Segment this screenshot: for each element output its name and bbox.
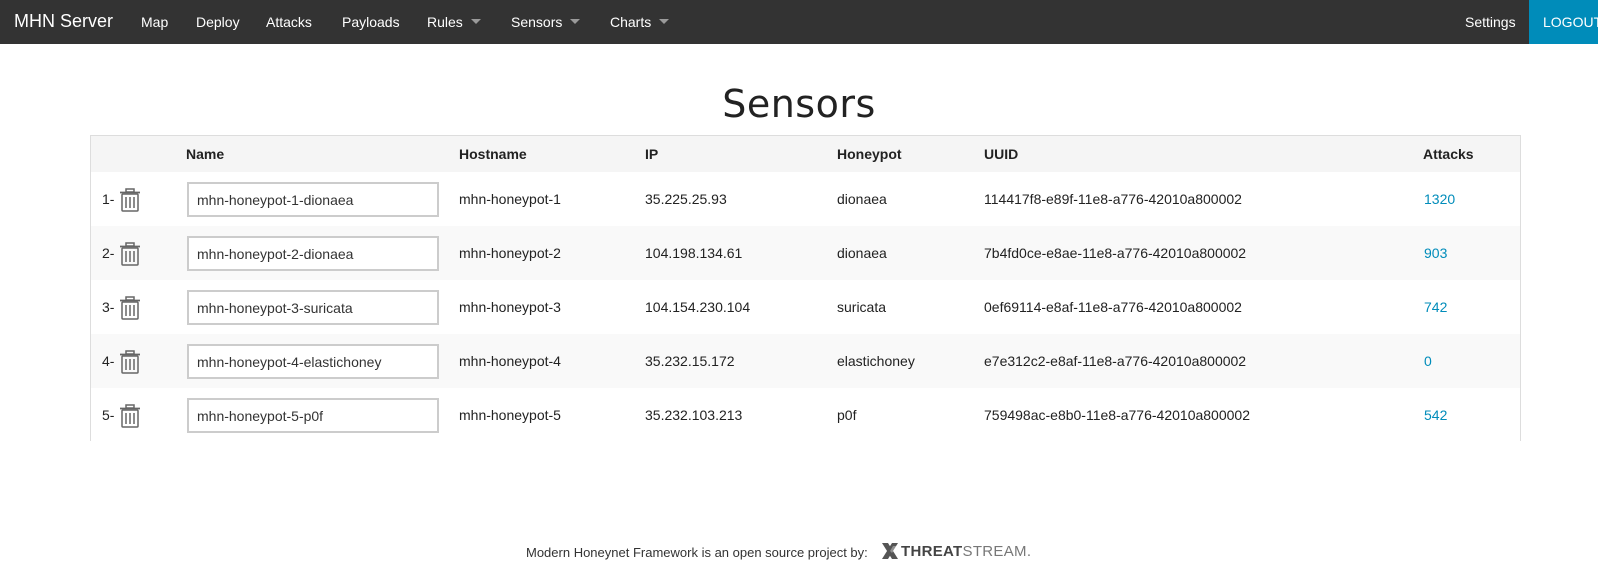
honeypot-cell: dionaea [837,191,887,207]
nav-item-label: Charts [610,14,652,30]
trash-icon[interactable] [119,296,141,320]
caret-down-icon [470,19,481,24]
hostname-cell: mhn-honeypot-1 [459,191,561,207]
uuid-cell: 759498ac-e8b0-11e8-a776-42010a800002 [984,407,1250,423]
trash-icon[interactable] [119,188,141,212]
row-index: 3- [102,299,115,315]
column-header-attacks: Attacks [1423,146,1474,162]
sensor-name-input[interactable] [187,290,439,325]
logo-light-text: STREAM. [962,543,1032,560]
table-header: Name Hostname IP Honeypot UUID Attacks [91,136,1520,172]
brand-link[interactable]: MHN Server [14,11,113,32]
attacks-count-link[interactable]: 1320 [1424,191,1455,207]
nav-item-label: Deploy [196,14,240,30]
uuid-cell: 7b4fd0ce-e8ae-11e8-a776-42010a800002 [984,245,1247,261]
table-row: 1- mhn-honeypot-1 35.225.25.93 dionaea 1… [91,172,1520,226]
nav-item-label: Rules [427,14,463,30]
uuid-cell: e7e312c2-e8af-11e8-a776-42010a800002 [984,353,1247,369]
trash-icon[interactable] [119,404,141,428]
logout-button[interactable]: LOGOUT [1529,0,1598,44]
threatstream-wordmark: THREATSTREAM. [901,543,1031,560]
nav-item-payloads[interactable]: Payloads [342,14,400,30]
uuid-cell: 114417f8-e89f-11e8-a776-42010a800002 [984,191,1242,207]
column-header-ip: IP [645,146,659,162]
caret-down-icon [659,19,670,24]
table-row: 4- mhn-honeypot-4 35.232.15.172 elastich… [91,334,1520,388]
sensor-name-input[interactable] [187,236,439,271]
nav-item-label: Attacks [266,14,312,30]
threatstream-x-icon [882,543,898,559]
ip-cell: 104.154.230.104 [645,299,751,315]
sensor-name-input[interactable] [187,344,439,379]
column-header-uuid: UUID [984,146,1019,162]
row-index: 2- [102,245,115,261]
row-index: 1- [102,191,115,207]
nav-item-settings[interactable]: Settings [1465,14,1516,30]
ip-cell: 35.232.15.172 [645,353,735,369]
column-header-hostname: Hostname [459,146,527,162]
nav-item-label: Sensors [511,14,563,30]
attacks-count-link[interactable]: 742 [1424,299,1447,315]
honeypot-cell: elastichoney [837,353,915,369]
nav-item-map[interactable]: Map [141,14,168,30]
row-index: 4- [102,353,115,369]
table-row: 2- mhn-honeypot-2 104.198.134.61 dionaea… [91,226,1520,280]
table-row: 5- mhn-honeypot-5 35.232.103.213 p0f 759… [91,388,1520,442]
attacks-count-link[interactable]: 542 [1424,407,1447,423]
honeypot-cell: dionaea [837,245,887,261]
table-row: 3- mhn-honeypot-3 104.154.230.104 surica… [91,280,1520,334]
nav-item-sensors[interactable]: Sensors [511,14,581,30]
threatstream-logo-link[interactable]: THREATSTREAM. [881,542,1041,562]
nav-item-deploy[interactable]: Deploy [196,14,240,30]
column-header-honeypot: Honeypot [837,146,902,162]
hostname-cell: mhn-honeypot-3 [459,299,561,315]
trash-icon[interactable] [119,350,141,374]
attacks-count-link[interactable]: 903 [1424,245,1447,261]
hostname-cell: mhn-honeypot-5 [459,407,561,423]
nav-item-attacks[interactable]: Attacks [266,14,312,30]
hostname-cell: mhn-honeypot-2 [459,245,561,261]
ip-cell: 35.232.103.213 [645,407,743,423]
ip-cell: 35.225.25.93 [645,191,727,207]
nav-item-charts[interactable]: Charts [610,14,670,30]
caret-down-icon [570,19,581,24]
ip-cell: 104.198.134.61 [645,245,743,261]
hostname-cell: mhn-honeypot-4 [459,353,561,369]
nav-item-label: Map [141,14,169,30]
honeypot-cell: suricata [837,299,887,315]
attacks-count-link[interactable]: 0 [1424,353,1432,369]
top-navbar: MHN Server Map Deploy Attacks Payloads R… [0,0,1598,44]
footer-text: Modern Honeynet Framework is an open sou… [526,545,868,560]
sensor-name-input[interactable] [187,398,439,433]
column-header-name: Name [186,146,225,162]
nav-item-label: Settings [1465,14,1516,30]
nav-item-rules[interactable]: Rules [427,14,481,30]
sensors-table: Name Hostname IP Honeypot UUID Attacks 1… [90,135,1521,442]
logo-bold-text: THREAT [901,543,963,560]
uuid-cell: 0ef69114-e8af-11e8-a776-42010a800002 [984,299,1242,315]
trash-icon[interactable] [119,242,141,266]
nav-item-label: Payloads [342,14,400,30]
honeypot-cell: p0f [837,407,857,423]
row-index: 5- [102,407,115,423]
sensor-name-input[interactable] [187,182,439,217]
page-title: Sensors [722,82,876,126]
